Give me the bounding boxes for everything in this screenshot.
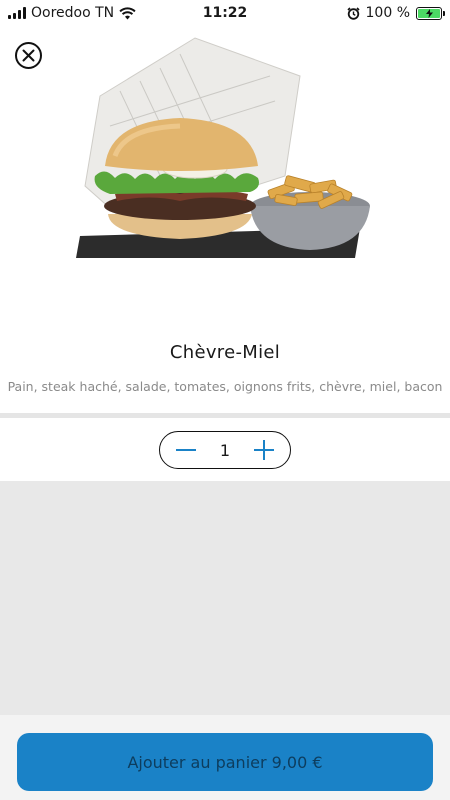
quantity-stepper: 1 bbox=[159, 431, 291, 469]
increase-button[interactable] bbox=[252, 438, 276, 462]
quantity-value: 1 bbox=[219, 440, 231, 460]
status-bar: Ooredoo TN 11:22 100 % bbox=[0, 0, 450, 26]
signal-icon bbox=[8, 7, 26, 19]
battery-icon bbox=[416, 6, 445, 20]
battery-percentage: 100 % bbox=[365, 5, 410, 21]
status-time: 11:22 bbox=[202, 5, 248, 21]
status-left: Ooredoo TN bbox=[8, 5, 136, 21]
status-right: 100 % bbox=[346, 5, 445, 21]
product-title: Chèvre-Miel bbox=[169, 342, 281, 363]
product-image bbox=[76, 37, 370, 258]
wifi-icon bbox=[119, 6, 136, 19]
decrease-button[interactable] bbox=[174, 438, 198, 462]
close-icon bbox=[22, 49, 35, 62]
section-divider bbox=[0, 413, 450, 418]
product-description: Pain, steak haché, salade, tomates, oign… bbox=[7, 379, 443, 394]
minus-icon bbox=[176, 449, 196, 451]
close-button[interactable] bbox=[15, 42, 42, 69]
carrier-name: Ooredoo TN bbox=[31, 5, 115, 21]
options-area bbox=[0, 481, 450, 715]
plus-icon bbox=[254, 440, 274, 460]
alarm-icon bbox=[346, 6, 360, 20]
add-to-cart-button[interactable]: Ajouter au panier 9,00 € bbox=[17, 733, 433, 791]
